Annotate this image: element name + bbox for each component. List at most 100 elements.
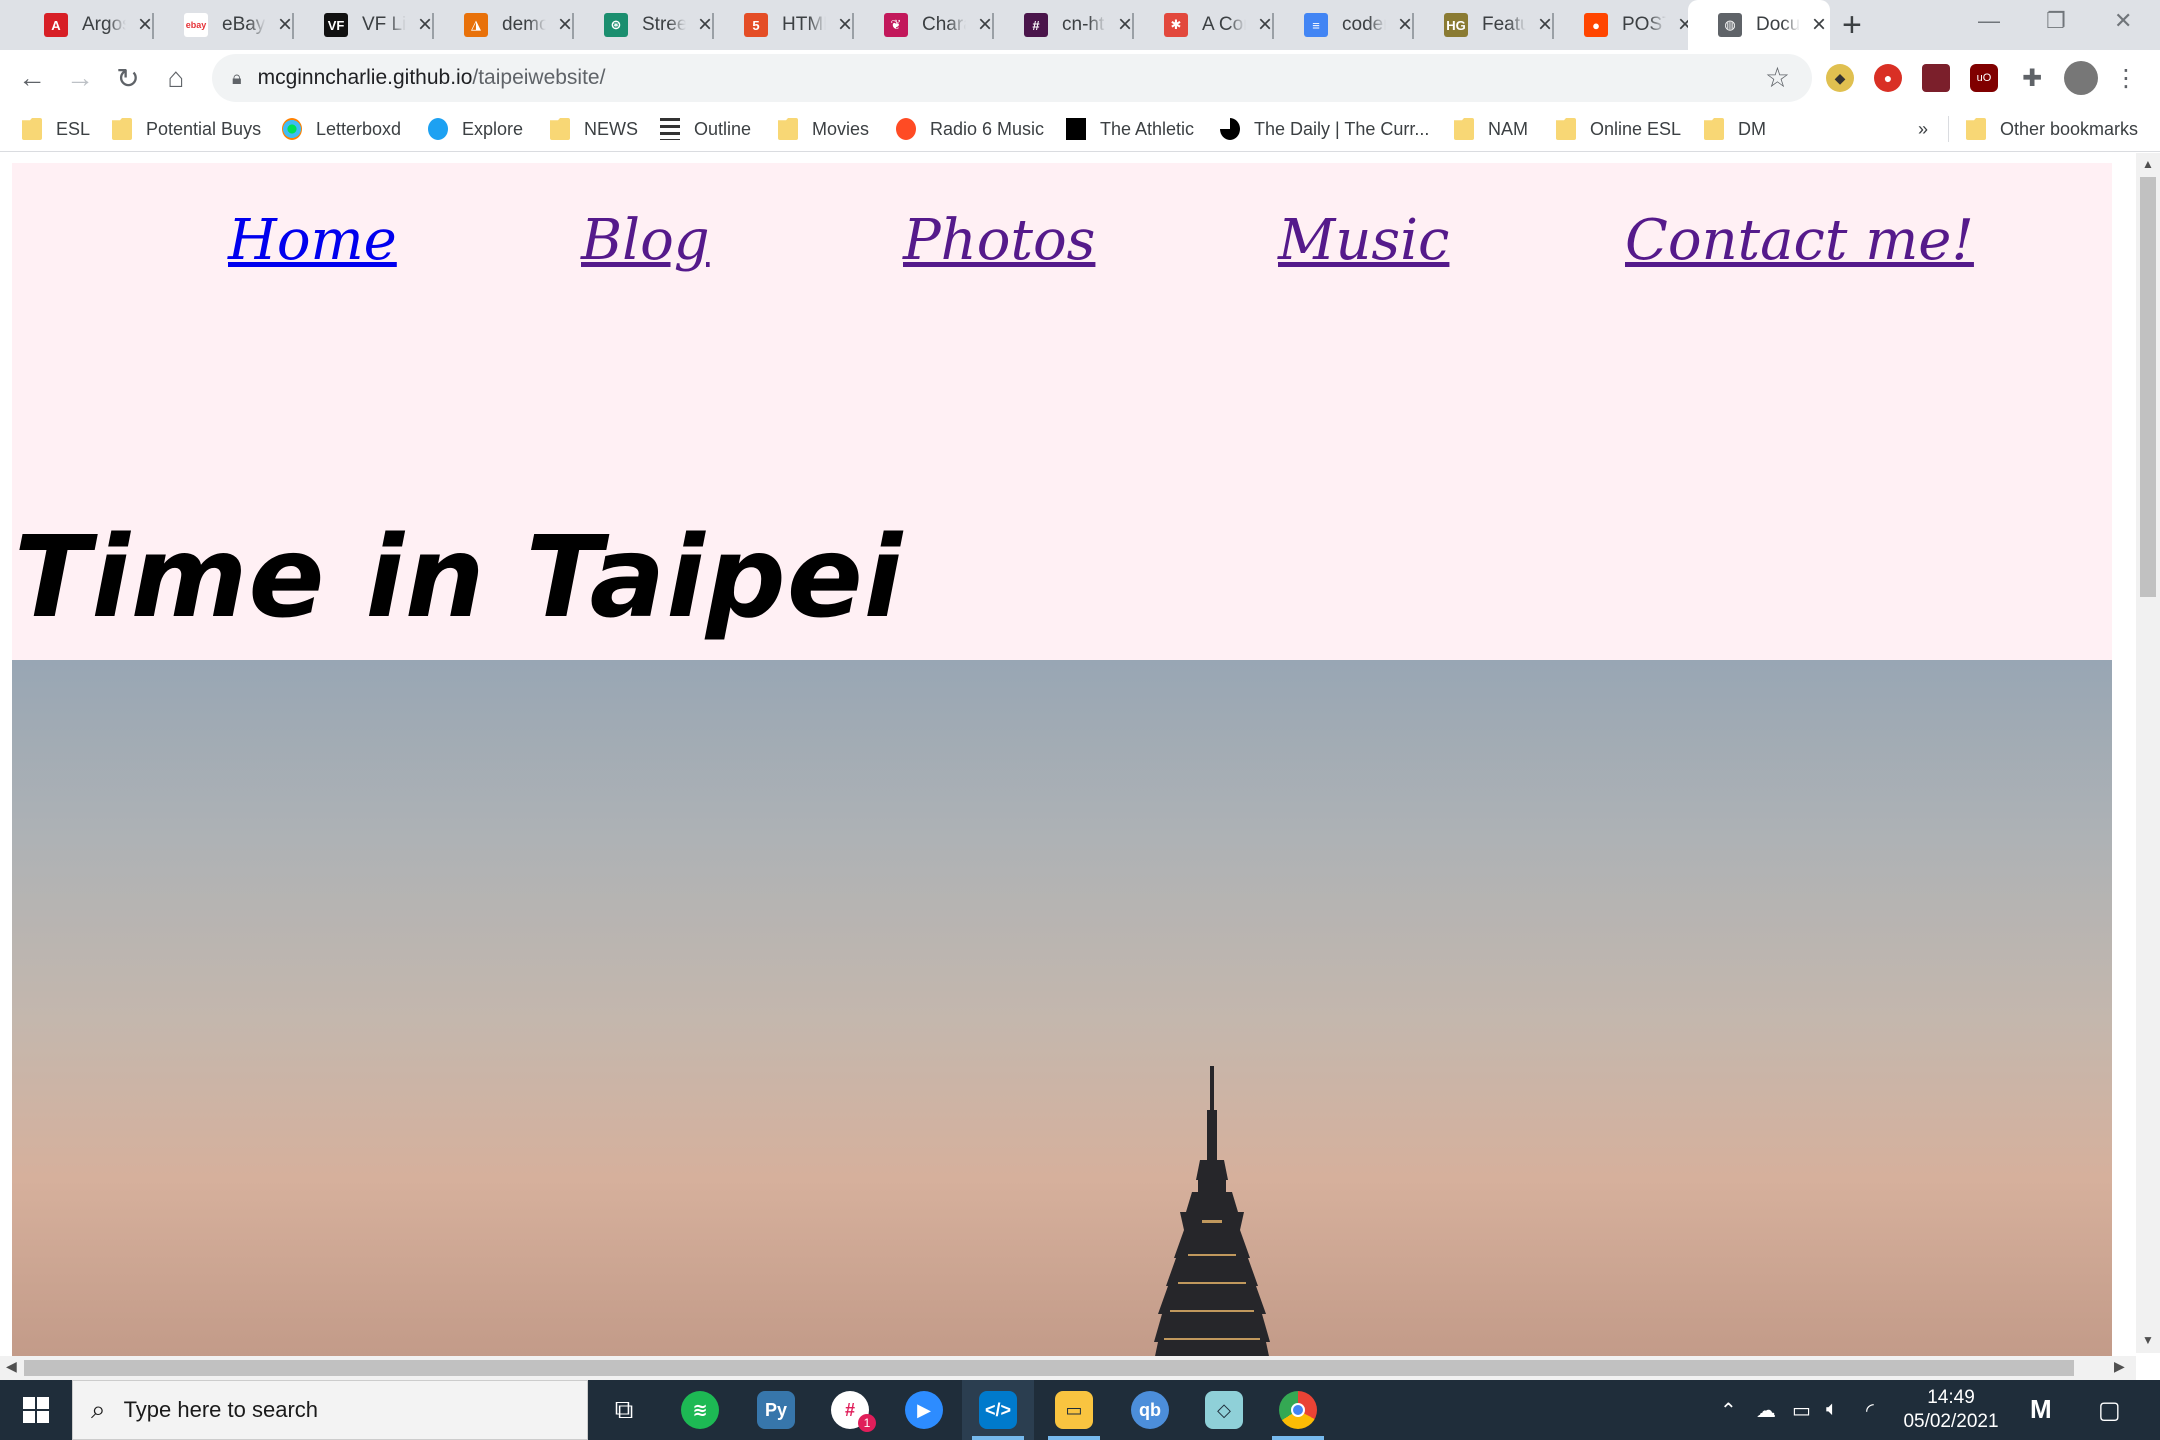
bookmark-item[interactable]: Outline: [660, 114, 751, 144]
onedrive-icon[interactable]: ☁: [1756, 1398, 1776, 1423]
bookmark-item[interactable]: NEWS: [550, 114, 638, 144]
scroll-up-arrow-icon[interactable]: ▲: [2142, 157, 2154, 171]
back-button[interactable]: ←: [14, 60, 50, 96]
close-tab-icon[interactable]: ×: [418, 13, 432, 37]
browser-tab[interactable]: ❦ Chara ×: [854, 0, 994, 50]
new-tab-button[interactable]: +: [1842, 8, 1862, 42]
close-tab-icon[interactable]: ×: [278, 13, 292, 37]
wifi-icon[interactable]: ◜: [1866, 1398, 1874, 1423]
page-viewport: Home Blog Photos Music Contact me! Time …: [0, 153, 2160, 1380]
taskbar-file-explorer[interactable]: ▭: [1038, 1380, 1110, 1440]
browser-tab[interactable]: VF VF Live ×: [294, 0, 434, 50]
gmail-notifier-icon[interactable]: M: [2030, 1394, 2052, 1425]
nav-link-music[interactable]: Music: [1278, 208, 1449, 273]
tray-chevron-icon[interactable]: ⌃: [1720, 1398, 1737, 1423]
browser-tab[interactable]: ●POST×: [1554, 0, 1694, 50]
close-window-button[interactable]: ✕: [2114, 8, 2132, 34]
close-tab-icon[interactable]: ×: [138, 13, 152, 37]
close-tab-icon[interactable]: ×: [558, 13, 572, 37]
start-button[interactable]: [0, 1380, 72, 1440]
nav-link-contact[interactable]: Contact me!: [1625, 208, 1974, 273]
nav-link-blog[interactable]: Blog: [581, 208, 710, 273]
close-tab-icon[interactable]: ×: [1538, 13, 1552, 37]
scroll-left-arrow-icon[interactable]: ◀: [6, 1358, 17, 1375]
bookmark-item[interactable]: Online ESL: [1556, 114, 1681, 144]
volume-icon[interactable]: 🔈︎: [1826, 1398, 1838, 1421]
the-athletic-icon: [1066, 118, 1086, 140]
task-view-button[interactable]: ⧉: [588, 1380, 660, 1440]
taskbar-clock[interactable]: 14:49 05/02/2021: [1896, 1386, 2006, 1434]
vertical-scrollbar[interactable]: ▲ ▼: [2136, 153, 2160, 1353]
browser-tab[interactable]: ⊛ Street ×: [574, 0, 714, 50]
taskbar-spotify[interactable]: ≋: [664, 1380, 736, 1440]
taskbar-zoom[interactable]: ▶: [888, 1380, 960, 1440]
other-bookmarks-folder[interactable]: Other bookmarks: [1966, 114, 2138, 144]
close-tab-icon[interactable]: ×: [1398, 13, 1412, 37]
forward-button[interactable]: →: [62, 60, 98, 96]
bookmark-item[interactable]: The Athletic: [1066, 114, 1194, 144]
close-tab-icon[interactable]: ×: [978, 13, 992, 37]
horizontal-scrollbar[interactable]: ◀ ▶: [0, 1356, 2136, 1380]
home-button[interactable]: ⌂: [158, 60, 194, 96]
ublock-icon[interactable]: uO: [1970, 64, 1998, 92]
action-center-icon[interactable]: ▢: [2098, 1396, 2121, 1425]
vertical-scroll-thumb[interactable]: [2140, 177, 2156, 597]
browser-tab[interactable]: ≡ coder ×: [1274, 0, 1414, 50]
taskbar-chrome[interactable]: [1262, 1380, 1334, 1440]
browser-tab[interactable]: ◍ Docu ×: [1688, 0, 1830, 50]
close-tab-icon[interactable]: ×: [1812, 13, 1826, 37]
extensions-puzzle-icon[interactable]: ✚: [2018, 64, 2046, 92]
minimize-button[interactable]: —: [1978, 8, 2000, 34]
scroll-down-arrow-icon[interactable]: ▼: [2142, 1333, 2154, 1347]
lock-icon[interactable]: 🔒︎: [232, 68, 242, 89]
taskbar-python[interactable]: Py: [740, 1380, 812, 1440]
taskbar-qbittorrent[interactable]: qb: [1114, 1380, 1186, 1440]
browser-toolbar: ← → ↻ ⌂ 🔒︎ mcginncharlie.github.io/taipe…: [0, 50, 2160, 106]
nav-link-home[interactable]: Home: [228, 208, 397, 273]
reload-button[interactable]: ↻: [110, 60, 146, 96]
menu-kebab-icon[interactable]: ⋮: [2112, 64, 2140, 92]
bookmark-item[interactable]: DM: [1704, 114, 1766, 144]
bookmark-item[interactable]: Radio 6 Music: [896, 114, 1044, 144]
extension-photo-icon[interactable]: [1922, 64, 1950, 92]
extension-record-icon[interactable]: ●: [1874, 64, 1902, 92]
taskbar-search-box[interactable]: ⌕ Type here to search: [72, 1380, 588, 1440]
battery-icon[interactable]: ▭: [1792, 1398, 1811, 1423]
browser-tab[interactable]: HG Featu ×: [1414, 0, 1554, 50]
browser-tab[interactable]: # cn-ht ×: [994, 0, 1134, 50]
profile-avatar[interactable]: [2064, 61, 2098, 95]
hero-image: [12, 660, 2112, 1380]
address-bar[interactable]: 🔒︎ mcginncharlie.github.io/taipeiwebsite…: [212, 54, 1812, 102]
bookmark-star-icon[interactable]: ☆: [1765, 61, 1790, 94]
horizontal-scroll-thumb[interactable]: [24, 1360, 2074, 1376]
browser-tab[interactable]: ebay eBay ×: [154, 0, 294, 50]
bookmark-item[interactable]: NAM: [1454, 114, 1528, 144]
close-tab-icon[interactable]: ×: [698, 13, 712, 37]
bookmark-item[interactable]: The Daily | The Curr...: [1220, 114, 1429, 144]
street-icon: ⊛: [604, 13, 628, 37]
folder-icon: [1556, 118, 1576, 140]
bookmarks-overflow-button[interactable]: »: [1918, 114, 1928, 144]
tab-title: Chara: [922, 14, 966, 35]
extension-shield-icon[interactable]: ◆: [1826, 64, 1854, 92]
bookmark-item[interactable]: ESL: [22, 114, 90, 144]
close-tab-icon[interactable]: ×: [838, 13, 852, 37]
taskbar-vscode[interactable]: </>: [962, 1380, 1034, 1440]
tab-title: Docu: [1756, 14, 1800, 35]
close-tab-icon[interactable]: ×: [1118, 13, 1132, 37]
restore-button[interactable]: ❐: [2046, 8, 2066, 34]
browser-tab[interactable]: ✱ A Con ×: [1134, 0, 1274, 50]
scroll-right-arrow-icon[interactable]: ▶: [2114, 1358, 2125, 1375]
bookmark-item[interactable]: Movies: [778, 114, 869, 144]
bookmark-item[interactable]: Potential Buys: [112, 114, 261, 144]
bookmark-item[interactable]: Explore: [428, 114, 523, 144]
browser-tab[interactable]: A Argos ×: [14, 0, 154, 50]
letterboxd-icon: [282, 118, 302, 140]
nav-link-photos[interactable]: Photos: [903, 208, 1095, 273]
close-tab-icon[interactable]: ×: [1258, 13, 1272, 37]
browser-tab[interactable]: 5 HTML ×: [714, 0, 854, 50]
taskbar-notes[interactable]: ◇: [1188, 1380, 1260, 1440]
browser-tab[interactable]: ◮ demo ×: [434, 0, 574, 50]
bookmark-item[interactable]: Letterboxd: [282, 114, 401, 144]
taskbar-slack[interactable]: # 1: [814, 1380, 886, 1440]
